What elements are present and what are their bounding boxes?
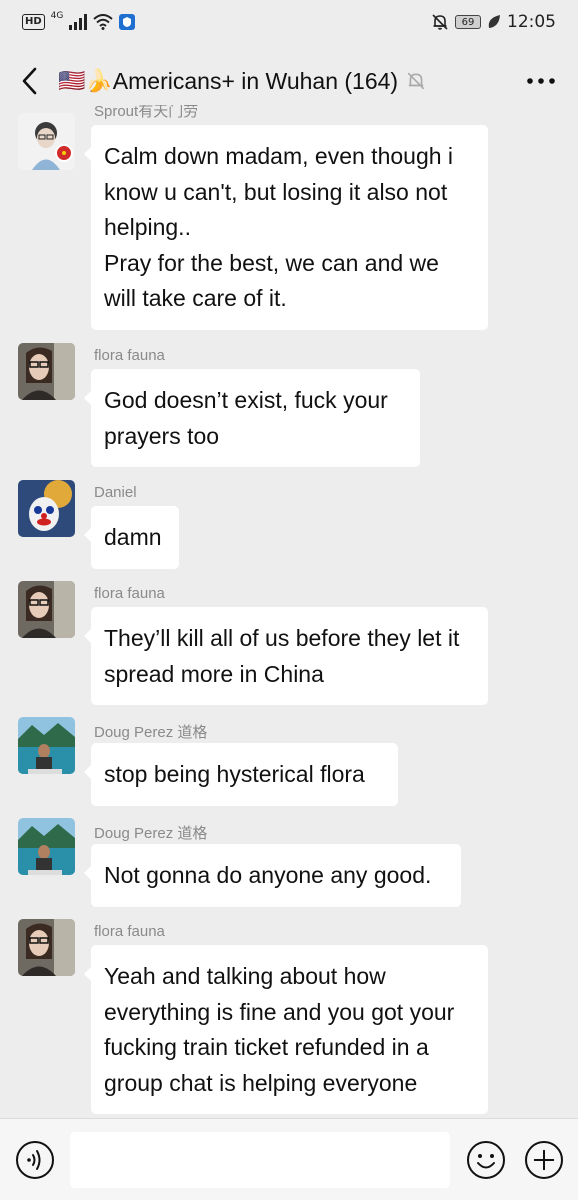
voice-button[interactable] [15,1140,55,1184]
avatar-image [18,480,75,537]
signal-icon [69,14,88,30]
avatar-image [18,919,75,976]
chat-input-bar [0,1118,578,1200]
network-type: 4G [50,11,64,21]
avatar-image [18,818,75,875]
back-button[interactable] [0,50,58,112]
message-bubble[interactable]: Not gonna do anyone any good. [84,844,461,907]
avatar[interactable] [18,818,75,875]
status-bar: HD 4G 69 12:05 [0,0,578,44]
message-bubble[interactable]: Yeah and talking about how everything is… [84,945,488,1114]
emoji-icon [467,1141,505,1179]
avatar[interactable] [18,113,75,170]
message-bubble[interactable]: damn [84,506,179,569]
sender-name: Daniel [94,484,137,501]
message-bubble[interactable]: Calm down madam, even though i know u ca… [84,125,488,330]
message-bubble[interactable]: stop being hysterical flora [84,743,398,806]
message-bubble[interactable]: God doesn’t exist, fuck your prayers too [84,369,420,467]
status-left: HD 4G [22,11,136,30]
avatar[interactable] [18,343,75,400]
chat-title: Americans+ in Wuhan (164) [112,67,399,94]
sender-name: flora fauna [94,585,165,602]
leaf-icon [488,15,500,28]
more-functions-button[interactable] [524,1140,564,1184]
bell-off-icon [407,72,425,90]
sender-name: flora fauna [94,923,165,940]
plus-icon [525,1141,563,1179]
more-dots-icon [527,78,555,84]
message-bubble[interactable]: They’ll kill all of us before they let i… [84,607,488,705]
shield-app-icon [119,14,136,30]
avatar-image [18,581,75,638]
avatar-image [18,113,75,170]
voice-icon [16,1141,54,1179]
avatar[interactable] [18,480,75,537]
status-right: 69 12:05 [431,12,556,32]
title-emoji: 🇺🇸🍌 [58,68,113,94]
chevron-left-icon [22,67,37,95]
chat-header: 🇺🇸🍌 Americans+ in Wuhan (164) [0,50,578,112]
sender-name: flora fauna [94,347,165,364]
sender-name: Doug Perez 道格 [94,825,208,842]
avatar-image [18,717,75,774]
battery-indicator: 69 [455,15,481,29]
message-list[interactable]: Sprout有天门劳 Calm down madam, even though … [0,105,578,1115]
network-badge: HD [22,14,45,30]
avatar[interactable] [18,919,75,976]
clock: 12:05 [507,12,556,32]
avatar-image [18,343,75,400]
emoji-button[interactable] [466,1140,506,1184]
wifi-icon [93,14,114,30]
bell-off-icon [432,14,448,30]
sender-name: Doug Perez 道格 [94,724,208,741]
message-input[interactable] [70,1132,450,1188]
avatar[interactable] [18,717,75,774]
sender-name: Sprout有天门劳 [94,105,199,120]
more-options-button[interactable] [526,50,556,112]
mute-indicator [406,71,426,91]
avatar[interactable] [18,581,75,638]
